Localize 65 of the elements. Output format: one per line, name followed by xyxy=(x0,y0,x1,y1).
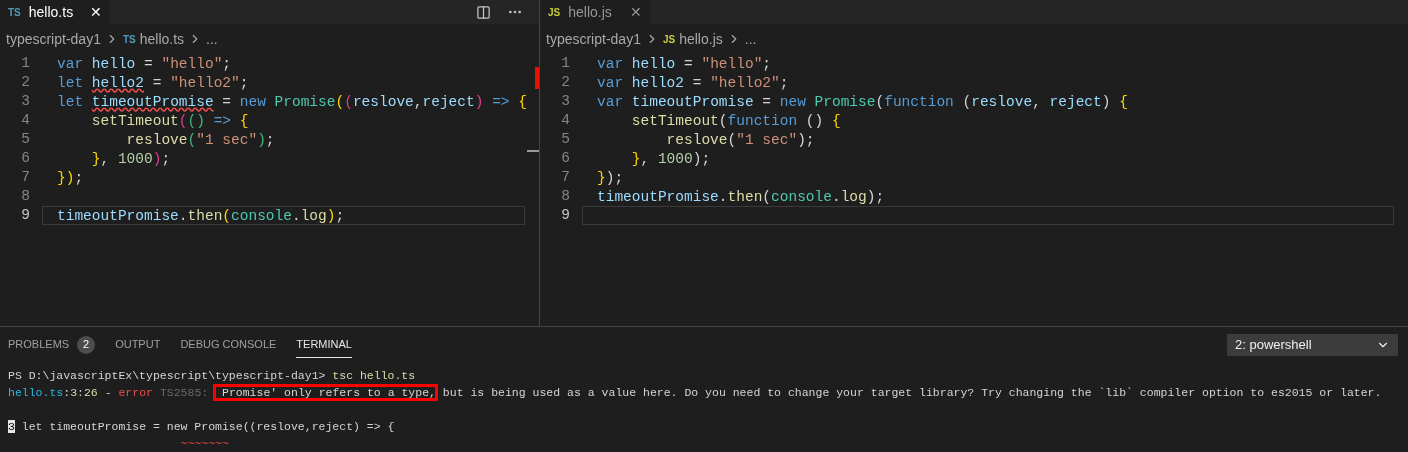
file-type-label: TS xyxy=(122,32,136,47)
tab-label: DEBUG CONSOLE xyxy=(180,337,277,353)
line-number: 9 xyxy=(20,206,31,225)
code-line: var hello = "hello"; xyxy=(596,55,773,73)
editor-tab[interactable]: TS hello.ts ✕ xyxy=(0,0,110,24)
terminal-line: ~~~~~~~ xyxy=(179,436,230,452)
terminal-line: 3 let timeoutPromise = new Promise((reslove,reject) => { xyxy=(8,419,396,435)
select-value: 2: powershell xyxy=(1235,336,1312,355)
file-type-label: JS xyxy=(662,32,676,47)
tab-label: PROBLEMS xyxy=(8,337,70,353)
tab-label: hello.js xyxy=(568,2,612,22)
code-line: let hello2 = "hello2"; xyxy=(56,74,250,92)
code-line: }); xyxy=(596,169,625,187)
file-type-label: TS xyxy=(8,5,21,20)
panel-tab[interactable]: DEBUG CONSOLE xyxy=(180,332,277,358)
line-number: 8 xyxy=(560,187,571,206)
code-line: reslove("1 sec"); xyxy=(125,131,276,149)
panel-tab[interactable]: OUTPUT xyxy=(115,332,161,358)
file-type-label: JS xyxy=(548,5,561,20)
line-number: 2 xyxy=(20,73,31,92)
code-line: }, 1000); xyxy=(90,150,172,168)
line-number: 9 xyxy=(560,206,571,225)
line-number: 3 xyxy=(20,92,31,111)
code-line: reslove("1 sec"); xyxy=(665,131,816,149)
tab-label: hello.ts xyxy=(28,2,74,22)
split-editor-icon[interactable] xyxy=(476,4,491,20)
line-number: 2 xyxy=(560,73,571,92)
tab-label: OUTPUT xyxy=(115,337,161,353)
line-number: 8 xyxy=(20,187,31,206)
code-line: setTimeout(() => { xyxy=(90,112,250,130)
code-line: setTimeout(function () { xyxy=(630,112,842,130)
code-line: }); xyxy=(56,169,85,187)
breadcrumb-folder[interactable]: typescript-day1 xyxy=(546,28,641,50)
count-badge: 2 xyxy=(77,335,96,354)
breadcrumb-file[interactable]: hello.js xyxy=(679,28,723,50)
line-number: 7 xyxy=(560,168,571,187)
line-number: 6 xyxy=(20,149,31,168)
line-number: 4 xyxy=(20,111,31,130)
terminal-line: hello.ts:3:26 - error TS2585: Promise' only refers to a type, but is being used as a value here. Do you need to change your target library? Try changing the `lib` compiler option to es2015 or later. xyxy=(8,385,1383,401)
breadcrumb-more[interactable]: ... xyxy=(744,28,757,50)
code-line: var timeoutPromise = new Promise(function (reslove, reject) { xyxy=(596,93,1129,111)
breadcrumb-more[interactable]: ... xyxy=(206,28,218,50)
editor-tab[interactable]: JS hello.js ✕ xyxy=(540,0,650,24)
error-marker xyxy=(535,67,539,89)
code-line: var hello2 = "hello2"; xyxy=(596,74,790,92)
panel-tab[interactable]: TERMINAL xyxy=(296,332,352,358)
line-number: 1 xyxy=(20,54,31,73)
line-number: 5 xyxy=(560,130,571,149)
code-line: let timeoutPromise = new Promise((reslove,reject) => { xyxy=(56,93,528,111)
panel-tab[interactable]: PROBLEMS 2 xyxy=(8,332,96,358)
terminal-line: PS D:\javascriptEx\typescript\typescript-day1> tsc hello.ts xyxy=(8,368,417,384)
terminal-select[interactable]: 2: powershell xyxy=(1227,334,1398,356)
breadcrumb-file[interactable]: hello.ts xyxy=(139,28,185,50)
code-line: }, 1000); xyxy=(630,150,712,168)
line-number: 1 xyxy=(560,54,571,73)
line-number: 7 xyxy=(20,168,31,187)
line-number: 6 xyxy=(560,149,571,168)
line-number: 3 xyxy=(560,92,571,111)
tab-label: TERMINAL xyxy=(296,337,352,353)
line-number: 5 xyxy=(20,130,31,149)
line-number: 4 xyxy=(560,111,571,130)
code-line: timeoutPromise.then(console.log); xyxy=(596,188,886,206)
breadcrumb-folder[interactable]: typescript-day1 xyxy=(6,28,101,50)
code-line: var hello = "hello"; xyxy=(56,55,233,73)
scroll-marker xyxy=(527,150,539,152)
